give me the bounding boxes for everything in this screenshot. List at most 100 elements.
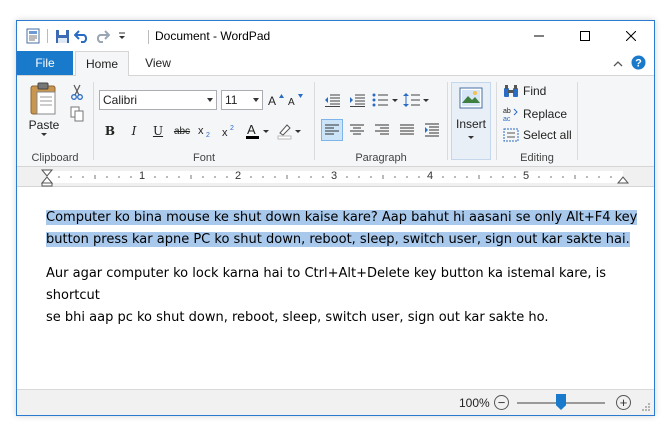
paragraph-2[interactable]: Aur agar computer ko lock karna hai to C… (46, 263, 654, 329)
align-right-icon[interactable] (371, 119, 393, 141)
clipboard-group: Paste Clipboard (17, 78, 93, 166)
quick-access-toolbar (23, 27, 132, 45)
bold-button[interactable]: B (99, 120, 121, 142)
copy-icon[interactable] (69, 106, 85, 122)
svg-text:ab: ab (503, 108, 511, 115)
svg-text:2: 2 (206, 132, 210, 138)
font-group-label: Font (192, 152, 215, 164)
ribbon-right-controls: ? (613, 55, 646, 73)
decrease-indent-icon[interactable] (321, 89, 343, 111)
tab-view[interactable]: View (133, 51, 183, 75)
paste-button[interactable]: Paste (27, 82, 61, 140)
select-all-icon (503, 128, 519, 142)
select-all-label: Select all (523, 128, 572, 142)
text-line: se bhi aap pc ko shut down, reboot, slee… (46, 310, 549, 325)
close-button[interactable] (608, 21, 654, 51)
superscript-button[interactable]: x2 (219, 120, 241, 142)
ruler[interactable]: 1 2 3 4 5 (17, 167, 654, 187)
svg-text:x: x (222, 127, 228, 138)
align-left-icon[interactable] (321, 119, 343, 141)
select-all-button[interactable]: Select all (503, 128, 572, 142)
svg-text:?: ? (635, 58, 642, 70)
app-menu-icon[interactable] (23, 27, 43, 45)
tab-file[interactable]: File (17, 51, 73, 75)
clipboard-group-label: Clipboard (31, 152, 79, 164)
window-controls (516, 21, 654, 51)
title-bar: Document - WordPad (17, 21, 654, 51)
highlight-color-button[interactable] (275, 120, 305, 142)
editing-group: Find ab ac Replace Select all Editing (497, 78, 577, 166)
ruler-number: 4 (427, 170, 434, 182)
help-icon[interactable]: ? (631, 55, 646, 73)
font-family-select[interactable]: Calibri (99, 90, 217, 110)
ruler-number: 3 (331, 170, 338, 182)
paragraph-group: Paragraph (315, 78, 447, 166)
zoom-in-button[interactable]: + (616, 395, 631, 410)
paragraph-row-1 (321, 89, 433, 111)
replace-label: Replace (523, 107, 568, 121)
redo-icon[interactable] (92, 27, 112, 45)
selected-text-line: button press kar apne PC ko shut down, r… (46, 232, 630, 247)
insert-group: Insert (448, 78, 496, 166)
chevron-down-icon (207, 98, 213, 102)
zoom-slider-thumb[interactable] (556, 394, 566, 410)
tab-home[interactable]: Home (75, 51, 129, 76)
align-center-icon[interactable] (346, 119, 368, 141)
line-spacing-icon[interactable] (402, 89, 430, 111)
shrink-font-icon[interactable]: A (288, 92, 304, 108)
ruler-number: 5 (523, 170, 530, 182)
ribbon-tabs: File Home View ? (17, 51, 654, 76)
insert-button[interactable]: Insert (451, 82, 491, 160)
qat-separator (47, 29, 48, 43)
font-group: Calibri 11 A A B I U abc x2 x 2 A Font (94, 78, 314, 166)
ruler-number: 1 (139, 170, 146, 182)
svg-text:A: A (288, 97, 295, 107)
ruler-number: 2 (235, 170, 242, 182)
italic-button[interactable]: I (123, 120, 145, 142)
svg-text:2: 2 (230, 125, 234, 132)
find-label: Find (523, 84, 547, 98)
ribbon: Paste Clipboard Calibri 11 A A B I U abc… (17, 75, 654, 167)
increase-indent-icon[interactable] (346, 89, 368, 111)
collapse-ribbon-icon[interactable] (613, 57, 623, 71)
paste-dropdown-icon (41, 133, 47, 136)
undo-icon[interactable] (72, 27, 92, 45)
find-button[interactable]: Find (503, 84, 546, 98)
text-color-button[interactable]: A (243, 120, 273, 142)
document-area[interactable]: Computer ko bina mouse ke shut down kais… (17, 187, 654, 391)
zoom-out-button[interactable]: − (494, 395, 509, 410)
paste-label: Paste (28, 118, 60, 132)
bullets-icon[interactable] (371, 89, 399, 111)
selected-text-line: Computer ko bina mouse ke shut down kais… (46, 210, 638, 225)
svg-text:ac: ac (503, 116, 511, 122)
paragraph-settings-icon[interactable] (421, 119, 443, 141)
binoculars-icon (504, 85, 518, 97)
insert-dropdown-icon (468, 136, 474, 139)
font-size-select[interactable]: 11 (221, 90, 263, 110)
svg-text:x: x (198, 125, 204, 137)
minimize-button[interactable] (516, 21, 562, 51)
maximize-button[interactable] (562, 21, 608, 51)
insert-label: Insert (455, 117, 486, 131)
resize-grip-icon[interactable] (641, 402, 651, 412)
cut-icon[interactable] (69, 84, 85, 100)
underline-button[interactable]: U (147, 120, 169, 142)
subscript-button[interactable]: x2 (195, 120, 217, 142)
editing-group-label: Editing (520, 152, 554, 164)
zoom-level: 100% (459, 396, 490, 410)
replace-button[interactable]: ab ac Replace (503, 106, 567, 122)
paragraph-row-2 (321, 119, 446, 141)
customize-qat-icon[interactable] (112, 27, 132, 45)
svg-text:A: A (247, 122, 256, 137)
justify-icon[interactable] (396, 119, 418, 141)
status-bar: 100% − + (17, 389, 654, 415)
grow-font-icon[interactable]: A (268, 92, 284, 108)
paste-icon (30, 82, 56, 115)
font-family-value: Calibri (103, 93, 138, 107)
chevron-down-icon (253, 98, 259, 102)
paragraph-group-label: Paragraph (355, 152, 407, 164)
save-icon[interactable] (52, 27, 72, 45)
group-separator (577, 82, 578, 160)
paragraph-1[interactable]: Computer ko bina mouse ke shut down kais… (46, 207, 638, 251)
strikethrough-button[interactable]: abc (171, 120, 193, 142)
